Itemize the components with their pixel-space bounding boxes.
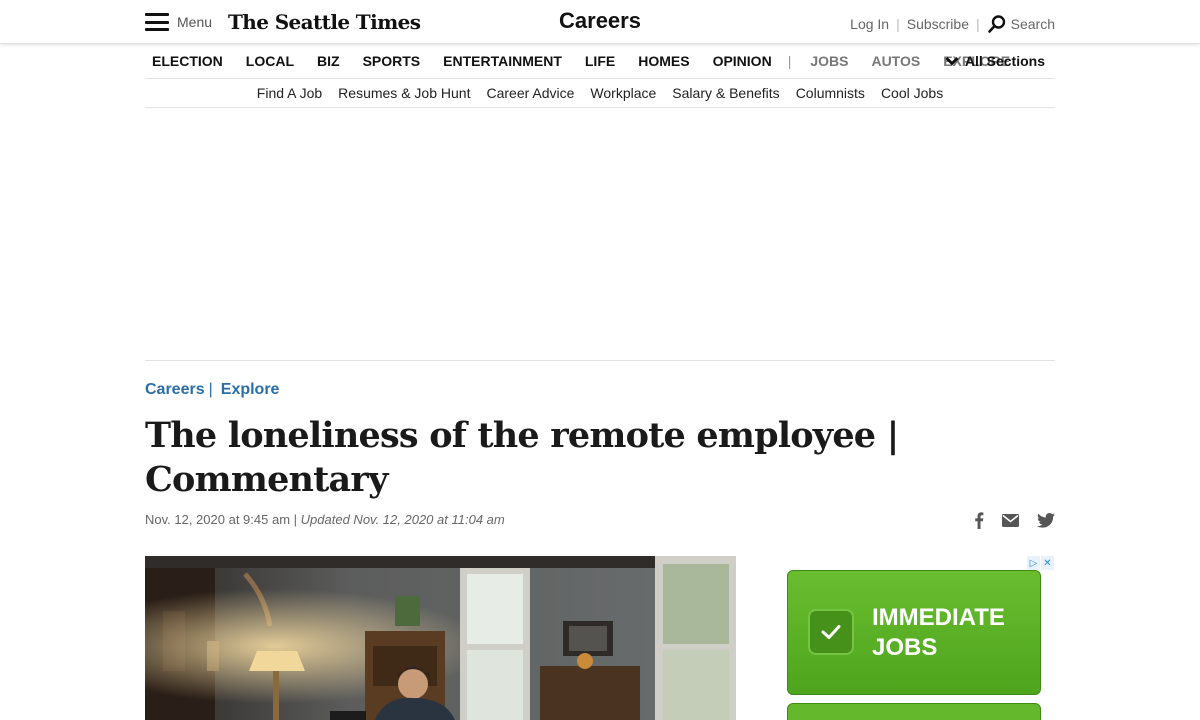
twitter-icon xyxy=(1037,513,1055,528)
share-twitter-button[interactable] xyxy=(1037,513,1055,528)
account-links: Log In | Subscribe | Search xyxy=(850,14,1055,34)
divider: | xyxy=(976,16,980,32)
subscribe-link[interactable]: Subscribe xyxy=(907,16,969,32)
chevron-down-icon xyxy=(945,57,959,66)
breadcrumb-separator: | xyxy=(208,381,213,398)
date-separator: | xyxy=(293,512,298,527)
breadcrumb-explore[interactable]: Explore xyxy=(221,381,280,399)
nav-local[interactable]: LOCAL xyxy=(239,53,294,69)
nav-separator: | xyxy=(787,53,792,69)
menu-label: Menu xyxy=(177,14,213,30)
nav-life[interactable]: LIFE xyxy=(578,53,615,69)
photo-image xyxy=(145,556,736,720)
facebook-icon xyxy=(975,512,984,529)
updated-date: Updated Nov. 12, 2020 at 11:04 am xyxy=(300,512,505,527)
subnav-workplace[interactable]: Workplace xyxy=(590,85,656,101)
all-sections-button[interactable]: All Sections xyxy=(945,53,1045,69)
subnav-find-a-job[interactable]: Find A Job xyxy=(257,85,322,101)
top-ad-slot xyxy=(145,108,1055,360)
share-tools xyxy=(956,512,1055,529)
nav-autos[interactable]: AUTOS xyxy=(864,53,920,69)
ad-card-secondary[interactable] xyxy=(787,703,1041,720)
nav-entertainment[interactable]: ENTERTAINMENT xyxy=(436,53,562,69)
ad-headline: IMMEDIATE JOBS xyxy=(872,603,1005,663)
subnav-salary-benefits[interactable]: Salary & Benefits xyxy=(672,85,779,101)
share-email-button[interactable] xyxy=(1002,514,1019,527)
nav-election[interactable]: ELECTION xyxy=(145,53,223,69)
sub-nav: Find A Job Resumes & Job Hunt Career Adv… xyxy=(145,79,1055,108)
immediate-jobs-ad[interactable]: IMMEDIATE JOBS xyxy=(787,570,1041,695)
divider: | xyxy=(896,16,900,32)
menu-button[interactable]: Menu xyxy=(145,13,212,31)
close-icon[interactable]: ✕ xyxy=(1041,556,1054,570)
nav-opinion[interactable]: OPINION xyxy=(706,53,772,69)
section-title[interactable]: Careers xyxy=(559,8,641,33)
divider xyxy=(145,360,1055,361)
subnav-cool-jobs[interactable]: Cool Jobs xyxy=(881,85,943,101)
nav-homes[interactable]: HOMES xyxy=(631,53,689,69)
article-headline: The loneliness of the remote employee | … xyxy=(145,414,905,502)
subnav-columnists[interactable]: Columnists xyxy=(796,85,865,101)
nav-biz[interactable]: BIZ xyxy=(310,53,340,69)
login-link[interactable]: Log In xyxy=(850,16,889,32)
ad-line-1: IMMEDIATE xyxy=(872,604,1005,631)
headline-line-2: Commentary xyxy=(145,459,388,500)
dateline: Nov. 12, 2020 at 9:45 am | Updated Nov. … xyxy=(145,512,505,527)
breadcrumb-careers[interactable]: Careers xyxy=(145,381,205,399)
share-facebook-button[interactable] xyxy=(974,512,984,529)
breadcrumb: Careers | Explore xyxy=(145,381,279,399)
site-logo[interactable]: The Seattle Times xyxy=(228,10,421,34)
nav-sports[interactable]: SPORTS xyxy=(356,53,421,69)
email-icon xyxy=(1002,514,1019,527)
article-photo[interactable] xyxy=(145,556,736,720)
checkmark-icon xyxy=(808,609,854,655)
subnav-career-advice[interactable]: Career Advice xyxy=(486,85,574,101)
hamburger-icon xyxy=(145,13,169,31)
ad-line-2: JOBS xyxy=(872,634,938,661)
main-nav: ELECTION LOCAL BIZ SPORTS ENTERTAINMENT … xyxy=(145,44,1055,79)
adchoices-icon: ▷ xyxy=(1027,556,1040,570)
search-label: Search xyxy=(1010,16,1055,32)
nav-jobs[interactable]: JOBS xyxy=(803,53,848,69)
all-sections-label: All Sections xyxy=(964,53,1045,69)
search-icon xyxy=(987,15,1005,33)
published-date: Nov. 12, 2020 at 9:45 am xyxy=(145,512,291,527)
search-button[interactable]: Search xyxy=(987,14,1055,34)
top-bar: Menu The Seattle Times Careers Log In | … xyxy=(0,0,1200,44)
subnav-resumes-job-hunt[interactable]: Resumes & Job Hunt xyxy=(338,85,470,101)
adchoices-badge[interactable]: ▷ ✕ xyxy=(1027,556,1055,570)
headline-line-1: The loneliness of the remote employee | xyxy=(145,415,899,456)
